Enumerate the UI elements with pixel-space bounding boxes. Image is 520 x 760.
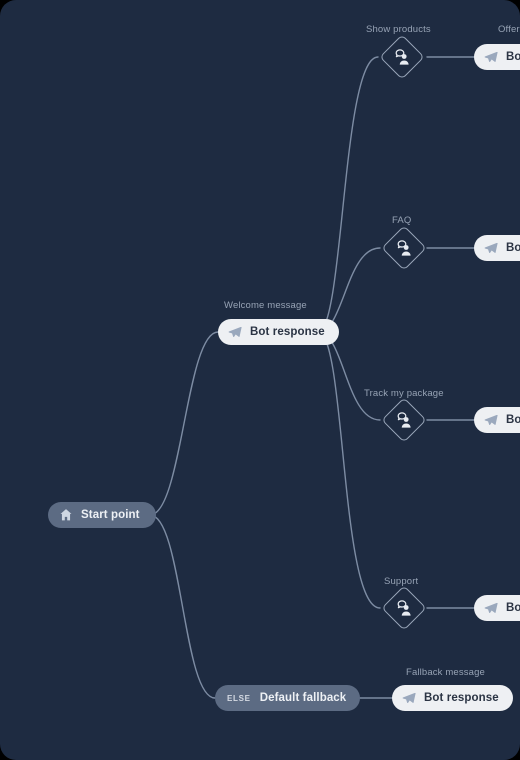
- send-icon: [484, 414, 498, 425]
- send-icon: [402, 692, 416, 703]
- node-response-support[interactable]: Bot response: [474, 595, 520, 621]
- node-response-faq[interactable]: Bot response: [474, 235, 520, 261]
- start-point-label: Start point: [81, 509, 140, 521]
- flow-canvas[interactable]: Start point Welcome message Bot response…: [0, 0, 520, 760]
- response-support-label: Bot response: [506, 602, 520, 614]
- edge-welcome-to-show-products: [317, 56, 379, 333]
- edge-start-to-welcome: [149, 331, 219, 516]
- response-faq-label: Bot response: [506, 242, 520, 254]
- caption-support: Support: [384, 576, 419, 587]
- caption-faq: FAQ: [392, 215, 412, 226]
- caption-fallback-message: Fallback message: [406, 667, 485, 678]
- node-response-track-my-package[interactable]: Bot response: [474, 407, 520, 433]
- edge-layer: [149, 56, 475, 699]
- welcome-bot-response-label: Bot response: [250, 326, 325, 338]
- node-welcome-bot-response[interactable]: Bot response: [218, 319, 339, 345]
- user-intent-icon: [397, 600, 411, 616]
- else-badge: ELSE: [227, 693, 251, 703]
- send-icon: [228, 326, 242, 337]
- send-icon: [484, 51, 498, 62]
- user-intent-icon: [395, 49, 409, 65]
- caption-welcome-message: Welcome message: [224, 300, 307, 311]
- send-icon: [484, 602, 498, 613]
- node-intent-support[interactable]: [381, 585, 427, 631]
- node-intent-show-products[interactable]: [379, 34, 425, 80]
- node-response-show-products[interactable]: Bot response: [474, 44, 520, 70]
- caption-track-my-package: Track my package: [364, 388, 444, 399]
- edge-welcome-to-support: [317, 331, 381, 609]
- response-track-my-package-label: Bot response: [506, 414, 520, 426]
- node-default-fallback[interactable]: ELSE Default fallback: [215, 685, 361, 711]
- send-icon: [484, 242, 498, 253]
- response-show-products-label: Bot response: [506, 51, 520, 63]
- home-icon: [60, 509, 72, 521]
- node-intent-faq[interactable]: [381, 225, 427, 271]
- node-start-point[interactable]: Start point: [48, 502, 156, 528]
- default-fallback-label: Default fallback: [259, 692, 347, 704]
- edge-start-to-fallback: [149, 514, 216, 699]
- caption-offer: Offer: [498, 24, 520, 35]
- user-intent-icon: [397, 240, 411, 256]
- caption-show-products: Show products: [366, 24, 431, 35]
- node-fallback-bot-response[interactable]: Bot response: [392, 685, 513, 711]
- user-intent-icon: [397, 412, 411, 428]
- edge-welcome-to-track: [317, 331, 381, 421]
- fallback-bot-response-label: Bot response: [424, 692, 499, 704]
- node-intent-track-my-package[interactable]: [381, 397, 427, 443]
